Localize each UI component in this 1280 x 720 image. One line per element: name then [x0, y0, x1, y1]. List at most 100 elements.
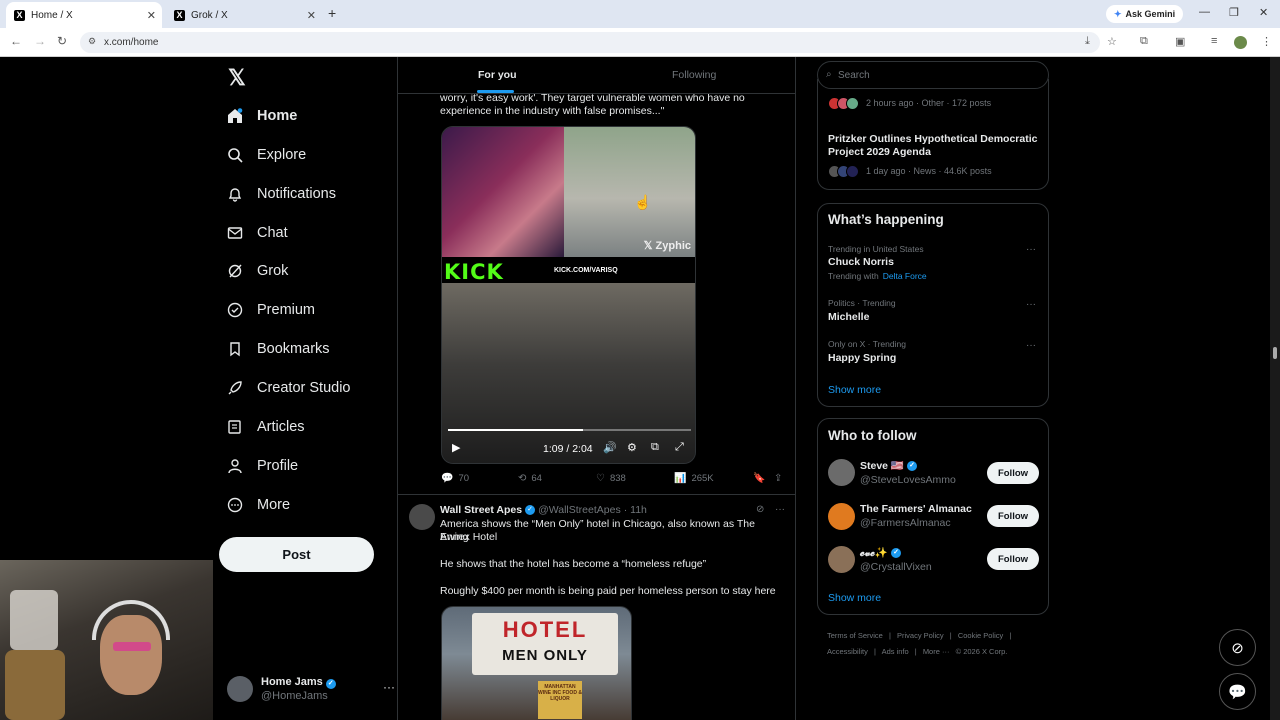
share-icon: ⇪ — [774, 473, 783, 484]
extensions-icon[interactable]: ⧉ — [1140, 35, 1148, 48]
views-button[interactable]: 📊 265K — [674, 473, 714, 484]
nav-chat[interactable]: Chat — [227, 221, 288, 245]
reply-button[interactable]: 💬 70 — [441, 473, 469, 484]
reload-icon[interactable]: ↻ — [57, 34, 67, 48]
tab-title: Home / X — [31, 9, 73, 21]
follow-button[interactable]: Follow — [987, 505, 1039, 527]
glasses-shape — [113, 642, 151, 651]
show-more-link[interactable]: Show more — [828, 384, 881, 396]
more-dots-icon[interactable]: ··· — [1026, 299, 1036, 310]
scroll-thumb[interactable] — [1273, 347, 1277, 359]
nav-creator-studio[interactable]: Creator Studio — [227, 376, 351, 400]
news-headline[interactable]: Pritzker Outlines Hypothetical Democrati… — [828, 133, 1043, 159]
x-logo-icon[interactable]: 𝕏 — [228, 65, 246, 91]
author-handle[interactable]: @WallStreetApes — [538, 504, 621, 516]
ask-gemini-button[interactable]: ✦ Ask Gemini — [1106, 5, 1184, 23]
account-switcher[interactable]: Home Jams ✓ @HomeJams ··· — [225, 672, 395, 708]
author-name[interactable]: Wall Street Apes — [440, 504, 522, 516]
more-dots-icon[interactable]: ··· — [775, 504, 785, 515]
tab-grok[interactable]: X Grok / X ✕ — [166, 2, 322, 28]
repost-button[interactable]: ⟲ 64 — [518, 473, 542, 484]
sidepanel-icon[interactable]: ▣ — [1175, 35, 1185, 48]
trend-name[interactable]: Chuck Norris — [828, 256, 894, 268]
search-input[interactable]: ⌕ Search — [817, 61, 1049, 89]
follow-button[interactable]: Follow — [987, 462, 1039, 484]
nav-label: Premium — [257, 302, 316, 318]
window-close-icon[interactable]: ✕ — [1259, 6, 1268, 19]
nav-premium[interactable]: Premium — [227, 298, 315, 322]
footer-link[interactable]: Accessibility — [827, 647, 868, 656]
nav-more[interactable]: More — [227, 493, 290, 517]
headphones-shape — [92, 600, 170, 640]
bookmark-button[interactable]: 🔖 — [753, 473, 770, 484]
nav-notifications[interactable]: Notifications — [227, 182, 336, 206]
nav-home[interactable]: Home — [227, 104, 297, 128]
url-field[interactable]: ⚙ x.com/home — [80, 32, 1100, 53]
post-button[interactable]: Post — [219, 537, 374, 572]
more-dots-icon[interactable]: ··· — [383, 680, 395, 694]
trend-name[interactable]: Happy Spring — [828, 352, 896, 364]
tab-for-you[interactable]: For you — [478, 69, 517, 81]
nav-articles[interactable]: Articles — [227, 415, 305, 439]
footer-link[interactable]: Ads info — [882, 647, 909, 656]
nav-grok[interactable]: Grok — [227, 259, 288, 283]
more-dots-icon[interactable]: ··· — [1026, 244, 1036, 255]
avatar[interactable] — [828, 546, 855, 573]
bookmark-star-icon[interactable]: ☆ — [1107, 35, 1117, 48]
follow-name[interactable]: Steve 🇺🇸 ✓ — [860, 459, 918, 472]
install-icon[interactable]: ⤓ — [1085, 35, 1090, 48]
search-icon: ⌕ — [826, 69, 832, 80]
tab-home[interactable]: X Home / X ✕ — [6, 2, 162, 28]
minimize-icon[interactable]: — — [1199, 6, 1210, 18]
footer-separator: | — [873, 647, 876, 656]
bookmark-icon — [227, 341, 243, 357]
menu-icon[interactable]: ⋮ — [1261, 35, 1272, 48]
pip-icon[interactable]: ⧉ — [651, 441, 659, 454]
forward-icon[interactable]: → — [34, 34, 46, 48]
post-image[interactable]: HOTEL MEN ONLY MANHATTAN WINE INC FOOD &… — [441, 606, 632, 720]
more-dots-icon[interactable]: ··· — [1026, 340, 1036, 351]
footer-link[interactable]: Cookie Policy — [958, 631, 1003, 640]
site-info-icon[interactable]: ⚙ — [88, 36, 96, 47]
avatar[interactable] — [828, 459, 855, 486]
profile-avatar[interactable] — [1234, 36, 1247, 49]
play-icon[interactable]: ▶ — [452, 441, 460, 454]
follow-name[interactable]: The Farmers' Almanac — [860, 503, 972, 515]
show-more-link[interactable]: Show more — [828, 592, 881, 604]
close-icon[interactable]: ✕ — [307, 9, 316, 22]
video-player[interactable]: 𝕏 Zyphic KICK KICK.COM/VARISQ ▶ 1:09 / 2… — [441, 126, 696, 464]
like-button[interactable]: ♡ 838 — [596, 473, 626, 484]
settings-icon[interactable]: ⚙ — [627, 441, 637, 454]
avatar[interactable] — [409, 504, 435, 530]
trend-link[interactable]: Delta Force — [883, 271, 927, 281]
share-button[interactable]: ⇪ — [774, 473, 787, 484]
grok-fab-icon[interactable]: ⊘ — [1219, 629, 1256, 666]
restore-icon[interactable]: ❐ — [1229, 6, 1239, 19]
back-icon[interactable]: ← — [10, 34, 22, 48]
trend-name[interactable]: Michelle — [828, 311, 869, 323]
messages-fab-icon[interactable]: 💬 — [1219, 673, 1256, 710]
nav-explore[interactable]: Explore — [227, 143, 306, 167]
post-time[interactable]: · 11h — [624, 504, 647, 516]
follow-name[interactable]: 𝓮𝓿𝓮✨ ✓ — [860, 546, 901, 560]
new-tab-icon[interactable]: + — [328, 5, 336, 21]
fullscreen-icon[interactable]: ⤢ — [675, 441, 684, 454]
avatar[interactable] — [828, 503, 855, 530]
person-icon — [227, 458, 243, 474]
footer-link[interactable]: Privacy Policy — [897, 631, 944, 640]
volume-icon[interactable]: 🔊 — [603, 441, 617, 454]
nav-bookmarks[interactable]: Bookmarks — [227, 337, 330, 361]
footer-link[interactable]: More ··· — [923, 647, 950, 656]
footer-link[interactable]: Terms of Service — [827, 631, 883, 640]
page-scrollbar[interactable] — [1270, 57, 1280, 720]
follow-button[interactable]: Follow — [987, 548, 1039, 570]
close-icon[interactable]: ✕ — [147, 9, 156, 22]
tab-following[interactable]: Following — [672, 69, 716, 81]
post-text: He shows that the hotel has become a “ho… — [440, 558, 707, 570]
nav-label: Bookmarks — [257, 341, 330, 357]
video-progress-bar[interactable] — [448, 429, 691, 431]
nav-profile[interactable]: Profile — [227, 454, 298, 478]
lamp-shape — [10, 590, 58, 650]
media-icon[interactable]: ≡ — [1211, 35, 1217, 47]
grok-post-icon[interactable]: ⊘ — [756, 504, 764, 515]
